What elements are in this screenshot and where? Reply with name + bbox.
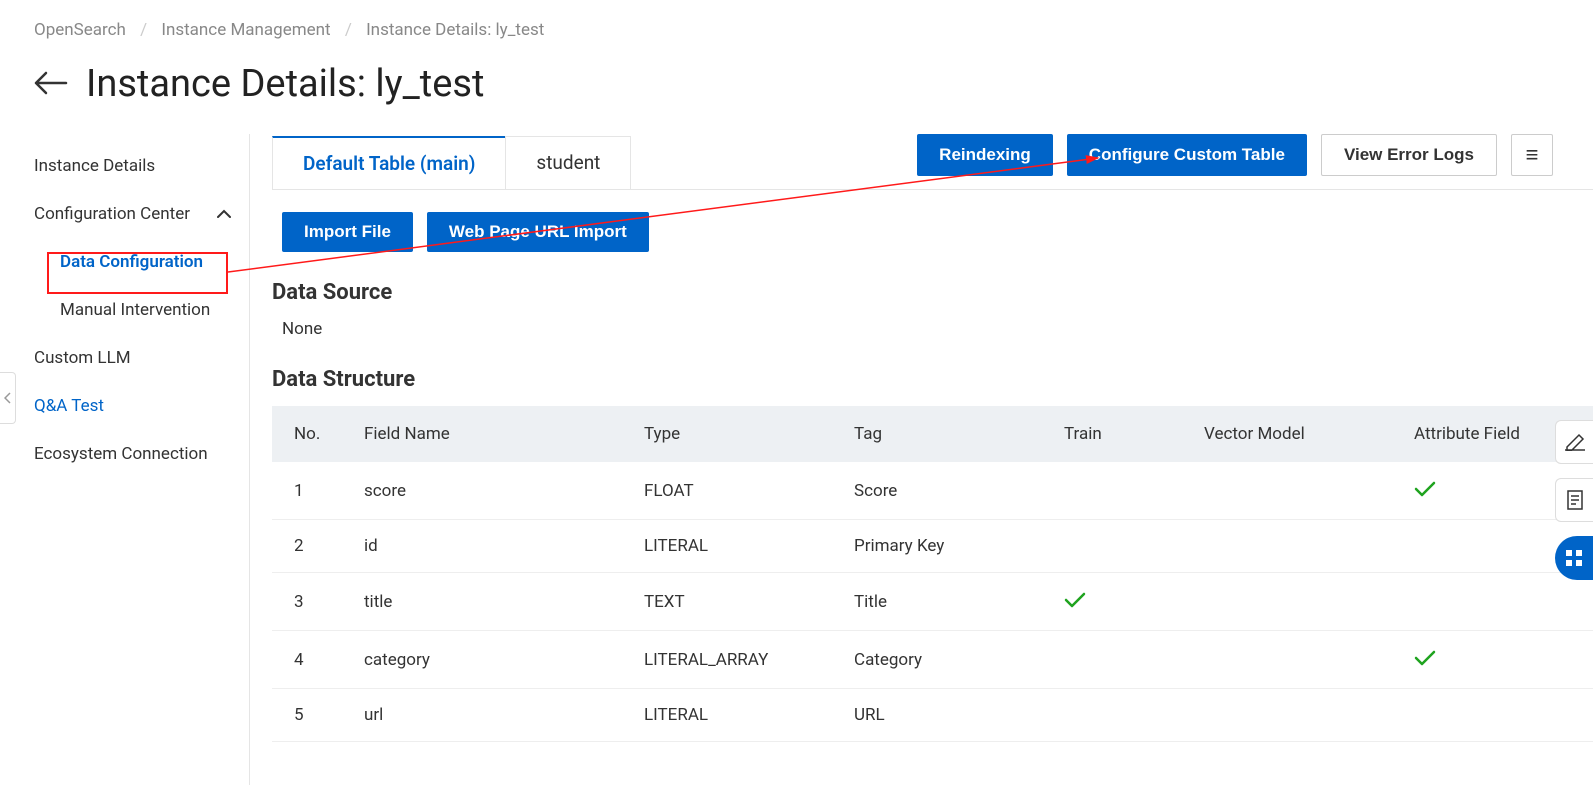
chevron-up-icon [217,204,231,224]
breadcrumb: OpenSearch / Instance Management / Insta… [0,0,1593,40]
rail-doc-icon[interactable] [1555,478,1593,522]
more-menu-button[interactable]: ≡ [1511,134,1553,176]
cell-type: LITERAL [632,689,842,742]
breadcrumb-item[interactable]: Instance Management [161,20,330,40]
breadcrumb-item[interactable]: OpenSearch [34,20,126,40]
cell-attr [1402,689,1593,742]
data-source-value: None [282,319,1593,339]
cell-no: 5 [272,689,352,742]
breadcrumb-sep: / [345,20,352,40]
sidebar-item-instance-details[interactable]: Instance Details [0,142,249,190]
cell-field: url [352,689,632,742]
sidebar-item-custom-llm[interactable]: Custom LLM [0,334,249,382]
sidebar-item-ecosystem-connection[interactable]: Ecosystem Connection [0,430,249,478]
sidebar-item-manual-intervention[interactable]: Manual Intervention [0,286,249,334]
data-structure-table: No. Field Name Type Tag Train Vector Mod… [272,406,1593,742]
table-header-no: No. [272,406,352,462]
cell-train [1052,689,1192,742]
table-header-vector-model: Vector Model [1192,406,1402,462]
cell-train [1052,631,1192,689]
sub-actions: Import File Web Page URL Import [282,212,1593,252]
cell-type: LITERAL [632,520,842,573]
cell-no: 2 [272,520,352,573]
cell-type: LITERAL_ARRAY [632,631,842,689]
view-error-logs-button[interactable]: View Error Logs [1321,134,1497,176]
cell-tag: URL [842,689,1052,742]
sidebar-item-configuration-center[interactable]: Configuration Center [0,190,249,238]
cell-field: category [352,631,632,689]
right-rail [1555,420,1593,580]
cell-tag: Primary Key [842,520,1052,573]
table-header-tag: Tag [842,406,1052,462]
sidebar: Instance Details Configuration Center Da… [0,134,250,785]
tab-student[interactable]: student [505,136,631,189]
page-title-row: Instance Details: ly_test [0,40,1593,106]
cell-attr [1402,631,1593,689]
table-row: 1scoreFLOATScore [272,462,1593,520]
cell-vector [1192,520,1402,573]
cell-vector [1192,462,1402,520]
table-header-train: Train [1052,406,1192,462]
main-content: Reindexing Configure Custom Table View E… [250,134,1593,785]
tab-default-table[interactable]: Default Table (main) [272,136,506,189]
cell-tag: Title [842,573,1052,631]
cell-train [1052,520,1192,573]
cell-field: title [352,573,632,631]
table-row: 4categoryLITERAL_ARRAYCategory [272,631,1593,689]
cell-vector [1192,573,1402,631]
reindexing-button[interactable]: Reindexing [917,134,1053,176]
configure-custom-table-button[interactable]: Configure Custom Table [1067,134,1307,176]
cell-vector [1192,689,1402,742]
cell-no: 1 [272,462,352,520]
breadcrumb-sep: / [140,20,147,40]
page-title: Instance Details: ly_test [86,62,484,106]
check-icon [1414,478,1436,503]
drawer-expand-handle[interactable] [0,372,16,424]
table-row: 3titleTEXTTitle [272,573,1593,631]
web-page-url-import-button[interactable]: Web Page URL Import [427,212,649,252]
table-header-field-name: Field Name [352,406,632,462]
sidebar-item-qa-test[interactable]: Q&A Test [0,382,249,430]
table-header-type: Type [632,406,842,462]
breadcrumb-item: Instance Details: ly_test [366,20,544,40]
cell-type: FLOAT [632,462,842,520]
check-icon [1064,589,1086,614]
rail-grid-icon[interactable] [1555,536,1593,580]
cell-field: score [352,462,632,520]
cell-tag: Category [842,631,1052,689]
rail-edit-icon[interactable] [1555,420,1593,464]
cell-no: 4 [272,631,352,689]
cell-train [1052,462,1192,520]
cell-vector [1192,631,1402,689]
cell-no: 3 [272,573,352,631]
sidebar-item-data-configuration[interactable]: Data Configuration [0,238,249,286]
data-structure-heading: Data Structure [272,367,1593,392]
back-arrow-icon[interactable] [34,65,68,103]
cell-attr [1402,573,1593,631]
data-source-heading: Data Source [272,280,1593,305]
table-row: 2idLITERALPrimary Key [272,520,1593,573]
cell-tag: Score [842,462,1052,520]
table-row: 5urlLITERALURL [272,689,1593,742]
cell-field: id [352,520,632,573]
cell-type: TEXT [632,573,842,631]
import-file-button[interactable]: Import File [282,212,413,252]
cell-train [1052,573,1192,631]
sidebar-item-label: Configuration Center [34,204,190,224]
check-icon [1414,647,1436,672]
